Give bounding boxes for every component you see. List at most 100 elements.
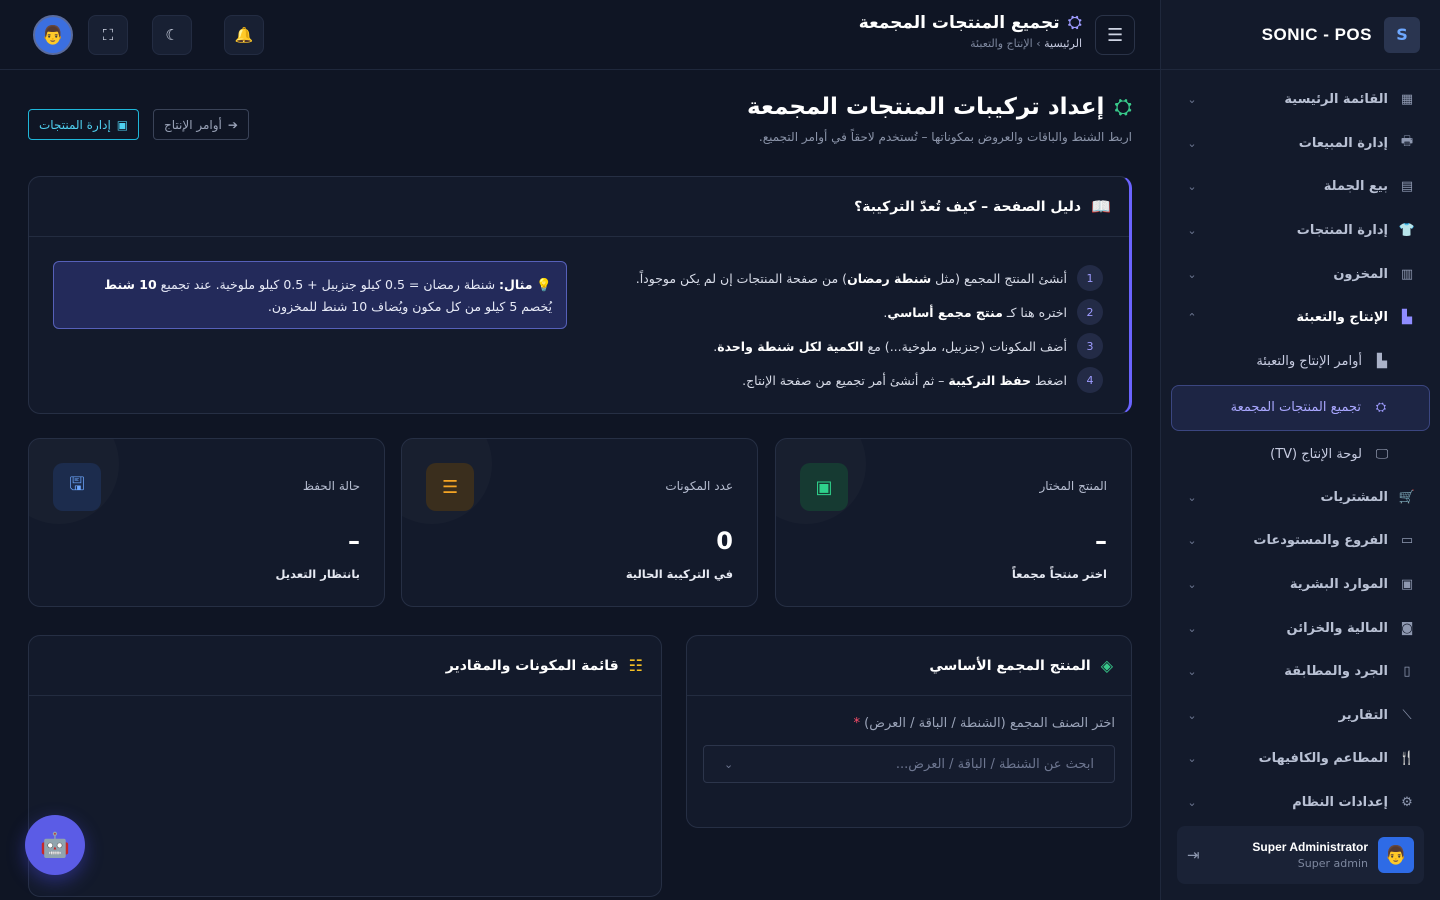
shirt-icon: 👕 bbox=[1398, 223, 1416, 239]
sidebar-item-label: المشتريات bbox=[1320, 489, 1388, 505]
sidebar-item-label: الإنتاج والتعبئة bbox=[1296, 310, 1388, 326]
sidebar-sub-production-orders[interactable]: ▙ أوامر الإنتاج والتعبئة bbox=[1171, 340, 1430, 383]
notifications-button[interactable]: 🔔 bbox=[224, 15, 264, 55]
cubes-icon: ⛭ bbox=[1114, 94, 1132, 120]
sidebar-item-label: المالية والخزائن bbox=[1286, 620, 1388, 636]
topbar: ☰ ⛭ تجميع المنتجات المجمعة الرئيسية › ال… bbox=[0, 0, 1160, 70]
clipboard-icon: ▯ bbox=[1403, 664, 1411, 680]
step-number: 4 bbox=[1077, 367, 1103, 393]
sidebar-item-restaurants[interactable]: 🍴 المطاعم والكافيهات ⌄ bbox=[1171, 737, 1430, 781]
chevron-down-icon: ⌄ bbox=[1187, 180, 1197, 194]
sidebar-item-label: إعدادات النظام bbox=[1292, 795, 1388, 811]
warehouse-icon: ▤ bbox=[1400, 179, 1414, 195]
sidebar-item-label: إدارة المبيعات bbox=[1298, 135, 1388, 151]
brand[interactable]: S SONIC - POS bbox=[1161, 0, 1440, 70]
brand-name: SONIC - POS bbox=[1261, 24, 1372, 44]
bundle-select[interactable]: ابحث عن الشنطة / الباقة / العرض... ⌄ bbox=[703, 745, 1115, 783]
sidebar-item-hr[interactable]: ▣ الموارد البشرية ⌄ bbox=[1171, 563, 1430, 607]
user-card[interactable]: 👨 Super Administrator Super admin ⇥ bbox=[1177, 826, 1424, 884]
sidebar-item-production[interactable]: ▙ الإنتاج والتعبئة ⌃ bbox=[1171, 296, 1430, 340]
bell-icon: 🔔 bbox=[234, 26, 254, 44]
chevron-down-icon: ⌄ bbox=[1187, 534, 1197, 548]
components-title: قائمة المكونات والمقادير bbox=[445, 657, 619, 674]
avatar: 👨 bbox=[1378, 837, 1414, 873]
sidebar-sub-bundle-assembly[interactable]: ⛭ تجميع المنتجات المجمعة bbox=[1171, 384, 1430, 431]
stat-label: حالة الحفظ bbox=[302, 479, 360, 493]
stat-card-save-status: 🖫 حالة الحفظ – بانتظار التعديل bbox=[28, 438, 385, 607]
step-text: اضغط حفظ التركيبة – ثم أنشئ أمر تجميع من… bbox=[742, 372, 1067, 388]
breadcrumb: الرئيسية › الإنتاج والتعبئة bbox=[859, 37, 1082, 50]
manage-products-button[interactable]: ▣ إدارة المنتجات bbox=[28, 109, 140, 140]
sidebar-item-label: الموارد البشرية bbox=[1289, 577, 1388, 593]
brand-logo: S bbox=[1384, 16, 1420, 53]
sidebar-item-dashboard[interactable]: ▦ القائمة الرئيسية ⌄ bbox=[1171, 78, 1430, 122]
sidebar-item-finance[interactable]: ◙ المالية والخزائن ⌄ bbox=[1171, 606, 1430, 650]
step-number: 2 bbox=[1077, 299, 1103, 325]
sidebar-item-label: القائمة الرئيسية bbox=[1284, 92, 1388, 108]
logout-icon[interactable]: ⇥ bbox=[1187, 846, 1200, 864]
guide-title: دليل الصفحة – كيف تُعدّ التركيبة؟ bbox=[854, 198, 1082, 215]
avatar[interactable]: 👨 bbox=[33, 15, 73, 55]
page-subtitle: اربط الشنط والباقات والعروض بمكوناتها – … bbox=[758, 130, 1132, 144]
sidebar-item-label: الجرد والمطابقة bbox=[1284, 664, 1388, 680]
theme-toggle-button[interactable]: ☾ bbox=[152, 15, 192, 55]
gear-icon: ⚙ bbox=[1401, 795, 1413, 811]
step-number: 1 bbox=[1077, 265, 1103, 291]
stat-label: المنتج المختار bbox=[1039, 479, 1107, 493]
industry-icon: ▙ bbox=[1377, 353, 1387, 369]
chevron-down-icon: ⌄ bbox=[1187, 752, 1197, 766]
chevron-down-icon: ⌄ bbox=[1187, 578, 1197, 592]
chevron-down-icon: ⌄ bbox=[1187, 796, 1197, 810]
sidebar-sub-label: لوحة الإنتاج (TV) bbox=[1270, 446, 1362, 462]
sidebar-item-purchases[interactable]: 🛒 المشتريات ⌄ bbox=[1171, 476, 1430, 520]
example-label: مثال: bbox=[499, 277, 533, 292]
sidebar-sub-label: أوامر الإنتاج والتعبئة bbox=[1256, 353, 1362, 369]
cubes-icon: ⛭ bbox=[1375, 400, 1387, 416]
sidebar-item-settings[interactable]: ⚙ إعدادات النظام ⌄ bbox=[1171, 781, 1430, 825]
components-card: ☷ قائمة المكونات والمقادير bbox=[28, 635, 662, 897]
user-role: Super admin bbox=[1297, 857, 1368, 870]
sidebar-item-inventory[interactable]: ▥ المخزون ⌄ bbox=[1171, 252, 1430, 296]
chevron-down-icon: ⌄ bbox=[1187, 621, 1197, 635]
cart-icon: 🛒 bbox=[1398, 489, 1416, 505]
base-product-card: ◈ المنتج المجمع الأساسي اختر الصنف المجم… bbox=[686, 635, 1132, 828]
sidebar-item-stocktake[interactable]: ▯ الجرد والمطابقة ⌄ bbox=[1171, 650, 1430, 694]
page-header: ⛭ إعداد تركيبات المنتجات المجمعة اربط ال… bbox=[747, 94, 1132, 144]
arrow-right-icon: ➔ bbox=[227, 117, 238, 132]
sidebar-item-label: المخزون bbox=[1333, 266, 1388, 282]
step-text: اختره هنا كـ منتج مجمع أساسي. bbox=[883, 304, 1067, 320]
sidebar-nav: ▦ القائمة الرئيسية ⌄ 🖶 إدارة المبيعات ⌄ … bbox=[1161, 70, 1440, 832]
fullscreen-button[interactable]: ⛶ bbox=[88, 15, 128, 55]
production-orders-button[interactable]: ➔ أوامر الإنتاج bbox=[153, 109, 249, 140]
list-icon: ☰ bbox=[426, 463, 474, 511]
hamburger-icon: ☰ bbox=[1106, 24, 1124, 46]
breadcrumb-home[interactable]: الرئيسية bbox=[1044, 37, 1082, 50]
save-icon: 🖫 bbox=[53, 463, 101, 511]
sidebar-item-label: إدارة المنتجات bbox=[1296, 223, 1388, 239]
chevron-down-icon: ⌄ bbox=[1187, 224, 1197, 238]
menu-toggle-button[interactable]: ☰ bbox=[1095, 15, 1135, 55]
sidebar-item-products[interactable]: 👕 إدارة المنتجات ⌄ bbox=[1171, 209, 1430, 253]
sidebar-item-reports[interactable]: ⟋ التقارير ⌄ bbox=[1171, 694, 1430, 738]
fullscreen-icon: ⛶ bbox=[102, 26, 114, 44]
store-icon: ▭ bbox=[1400, 533, 1414, 549]
industry-icon: ▙ bbox=[1402, 310, 1412, 326]
base-product-title: المنتج المجمع الأساسي bbox=[929, 657, 1091, 674]
manage-products-label: إدارة المنتجات bbox=[39, 117, 111, 132]
sidebar-item-wholesale[interactable]: ▤ بيع الجملة ⌄ bbox=[1171, 165, 1430, 209]
sidebar-item-sales[interactable]: 🖶 إدارة المبيعات ⌄ bbox=[1171, 122, 1430, 166]
assistant-bot-button[interactable]: 🤖 bbox=[25, 815, 85, 875]
moon-icon: ☾ bbox=[165, 26, 179, 44]
list-check-icon: ☷ bbox=[628, 656, 643, 675]
chart-line-icon: ⟋ bbox=[1402, 707, 1412, 723]
example-callout: 💡 مثال: شنطة رمضان = 0.5 كيلو جنزبيل + 0… bbox=[53, 261, 567, 329]
step-text: أضف المكونات (جنزبيل، ملوخية...) مع الكم… bbox=[713, 338, 1067, 354]
register-icon: 🖶 bbox=[1400, 134, 1414, 150]
sidebar-sub-production-tv[interactable]: 🖵 لوحة الإنتاج (TV) bbox=[1171, 433, 1430, 476]
monitor-icon: 🖵 bbox=[1375, 446, 1389, 462]
guide-step: 1 أنشئ المنتج المجمع (مثل شنطة رمضان) من… bbox=[583, 261, 1103, 295]
sidebar-item-label: التقارير bbox=[1338, 707, 1388, 723]
guide-steps: 1 أنشئ المنتج المجمع (مثل شنطة رمضان) من… bbox=[583, 261, 1103, 397]
main-content: ⛭ إعداد تركيبات المنتجات المجمعة اربط ال… bbox=[0, 70, 1160, 900]
sidebar-item-branches[interactable]: ▭ الفروع والمستودعات ⌄ bbox=[1171, 519, 1430, 563]
